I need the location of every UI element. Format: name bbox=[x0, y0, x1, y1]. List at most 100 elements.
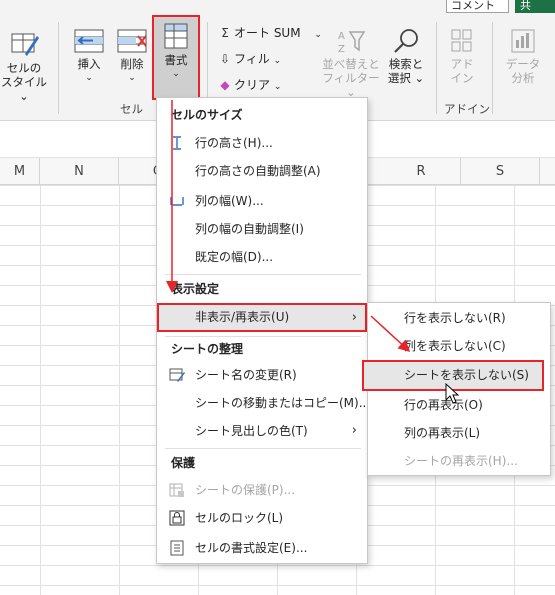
rename-sheet-label: シート名の変更(R) bbox=[195, 368, 297, 382]
protect-sheet-label: シートの保護(P)... bbox=[195, 483, 296, 497]
section-header-protection: 保護 bbox=[171, 456, 196, 470]
autosum-icon: Σ bbox=[221, 26, 229, 40]
find-select-label-1: 検索と bbox=[388, 57, 424, 71]
format-cells-icon bbox=[170, 540, 184, 556]
data-analysis-label-1: データ bbox=[505, 57, 541, 71]
find-select-button[interactable]: 検索と 選択 ⌄ bbox=[384, 28, 428, 85]
menu-item-protect-sheet[interactable]: シートの保護(P)... bbox=[157, 477, 367, 503]
rename-icon bbox=[169, 368, 185, 382]
sort-filter-label-1: 並べ替えと bbox=[322, 57, 380, 71]
chevron-down-icon: ⌄ bbox=[273, 56, 282, 66]
ribbon-separator bbox=[58, 22, 59, 114]
menu-item-default-width[interactable]: 既定の幅(D)... bbox=[157, 244, 367, 270]
chevron-down-icon: ⌄ bbox=[128, 73, 136, 83]
lock-cell-label: セルのロック(L) bbox=[195, 511, 284, 525]
autofit-col-label: 列の幅の自動調整(I) bbox=[195, 222, 304, 236]
menu-item-hide-unhide[interactable]: 非表示/再表示(U) › bbox=[157, 303, 367, 332]
addin-label-2: イン bbox=[450, 71, 474, 85]
default-width-label: 既定の幅(D)... bbox=[195, 250, 274, 264]
menu-item-hide-rows[interactable]: 行を表示しない(R) bbox=[368, 305, 550, 331]
cell-style-label-1: セルの bbox=[6, 61, 42, 75]
unhide-rows-label: 行の再表示(O) bbox=[404, 398, 483, 412]
unhide-cols-label: 列の再表示(L) bbox=[404, 426, 481, 440]
hide-unhide-submenu: 行を表示しない(R) 列を表示しない(C) シートを表示しない(S) 行の再表示… bbox=[362, 302, 551, 476]
col-width-icon bbox=[170, 197, 184, 206]
hide-sheet-label: シートを表示しない(S) bbox=[404, 368, 529, 382]
chevron-right-icon: › bbox=[351, 310, 357, 325]
cell-style-icon bbox=[11, 33, 39, 56]
data-analysis-icon bbox=[511, 29, 535, 53]
delete-label: 削除 bbox=[120, 57, 144, 71]
protect-icon bbox=[169, 483, 184, 497]
svg-text:A: A bbox=[338, 31, 345, 42]
move-copy-label: シートの移動またはコピー(M)... bbox=[195, 396, 371, 410]
clear-button[interactable]: ◆ クリア ⌄ bbox=[216, 75, 281, 95]
column-header-n[interactable]: N bbox=[40, 158, 119, 185]
addin-button[interactable]: アド イン bbox=[440, 28, 484, 85]
cells-group-label: セル bbox=[120, 102, 143, 116]
sort-filter-label-2: フィルター ⌄ bbox=[322, 71, 380, 99]
menu-item-row-height[interactable]: 行の高さ(H)... bbox=[157, 130, 367, 156]
delete-button[interactable]: 削除 ⌄ bbox=[112, 28, 152, 85]
menu-separator bbox=[165, 274, 361, 275]
section-header-cell-size: セルのサイズ bbox=[171, 108, 243, 122]
fill-label: フィル bbox=[234, 52, 270, 66]
unhide-sheet-label: シートの再表示(H)... bbox=[404, 454, 518, 468]
menu-item-autofit-col[interactable]: 列の幅の自動調整(I) bbox=[157, 216, 367, 242]
comment-button[interactable]: コメント bbox=[446, 0, 509, 13]
menu-item-hide-cols[interactable]: 列を表示しない(C) bbox=[368, 333, 550, 359]
chevron-right-icon: › bbox=[351, 423, 357, 438]
menu-item-unhide-rows[interactable]: 行の再表示(O) bbox=[368, 392, 550, 418]
autosum-label: オート SUM bbox=[234, 26, 301, 40]
column-header-r[interactable]: R bbox=[382, 158, 461, 185]
hide-cols-label: 列を表示しない(C) bbox=[404, 339, 506, 353]
find-select-label-2: 選択 ⌄ bbox=[387, 71, 425, 85]
menu-separator bbox=[165, 336, 361, 337]
data-analysis-button[interactable]: データ 分析 bbox=[500, 28, 546, 85]
cell-style-label-2: スタイル ⌄ bbox=[1, 75, 47, 103]
menu-item-rename-sheet[interactable]: シート名の変更(R) bbox=[157, 362, 367, 388]
cell-style-button[interactable]: セルの スタイル ⌄ bbox=[0, 28, 48, 103]
section-header-organize: シートの整理 bbox=[171, 342, 244, 356]
menu-item-unhide-sheet[interactable]: シートの再表示(H)... bbox=[368, 448, 550, 474]
menu-item-unhide-cols[interactable]: 列の再表示(L) bbox=[368, 420, 550, 446]
sort-filter-icon: A Z bbox=[338, 31, 366, 54]
insert-label: 挿入 bbox=[77, 57, 101, 71]
share-button[interactable]: 共 bbox=[515, 0, 555, 13]
format-button[interactable]: 書式 ⌄ bbox=[152, 15, 200, 100]
menu-item-lock-cell[interactable]: セルのロック(L) bbox=[157, 505, 367, 531]
format-cells-label: セルの書式設定(E)... bbox=[195, 541, 308, 555]
tab-color-label: シート見出しの色(T) bbox=[195, 424, 308, 438]
menu-item-format-cells[interactable]: セルの書式設定(E)... bbox=[157, 535, 367, 561]
ribbon-separator bbox=[436, 22, 437, 114]
addin-group-label: アドイン bbox=[444, 102, 490, 116]
sort-filter-button[interactable]: A Z 並べ替えと フィルター ⌄ bbox=[322, 28, 380, 99]
fill-icon: ⇩ bbox=[219, 52, 231, 66]
chevron-down-icon: ⌄ bbox=[314, 30, 322, 40]
format-label: 書式 bbox=[164, 53, 188, 67]
autosum-button[interactable]: Σ オート SUM ⌄ bbox=[216, 23, 322, 43]
section-header-visibility: 表示設定 bbox=[171, 282, 220, 296]
column-header-m[interactable]: M bbox=[0, 158, 40, 185]
ribbon-separator bbox=[492, 22, 493, 114]
column-header-s[interactable]: S bbox=[461, 158, 540, 185]
autofit-row-label: 行の高さの自動調整(A) bbox=[195, 164, 321, 178]
menu-item-move-copy[interactable]: シートの移動またはコピー(M)... bbox=[157, 390, 371, 416]
lock-icon bbox=[169, 510, 185, 526]
row-height-label: 行の高さ(H)... bbox=[195, 136, 273, 150]
menu-separator bbox=[165, 448, 361, 449]
menu-item-col-width[interactable]: 列の幅(W)... bbox=[157, 188, 367, 214]
menu-item-autofit-row[interactable]: 行の高さの自動調整(A) bbox=[157, 158, 367, 184]
chevron-down-icon: ⌄ bbox=[273, 82, 282, 92]
format-dropdown-menu: セルのサイズ 行の高さ(H)... 行の高さの自動調整(A) 列の幅(W)...… bbox=[156, 97, 371, 564]
delete-icon bbox=[117, 29, 147, 53]
row-height-icon bbox=[173, 136, 181, 150]
fill-button[interactable]: ⇩ フィル ⌄ bbox=[216, 49, 281, 69]
menu-item-hide-sheet[interactable]: シートを表示しない(S) bbox=[362, 360, 544, 391]
addin-icon bbox=[451, 29, 472, 52]
format-icon bbox=[164, 23, 188, 49]
hide-rows-label: 行を表示しない(R) bbox=[404, 311, 506, 325]
insert-button[interactable]: 挿入 ⌄ bbox=[68, 28, 110, 85]
menu-item-tab-color[interactable]: シート見出しの色(T) › bbox=[157, 418, 367, 444]
svg-text:Z: Z bbox=[338, 44, 345, 54]
